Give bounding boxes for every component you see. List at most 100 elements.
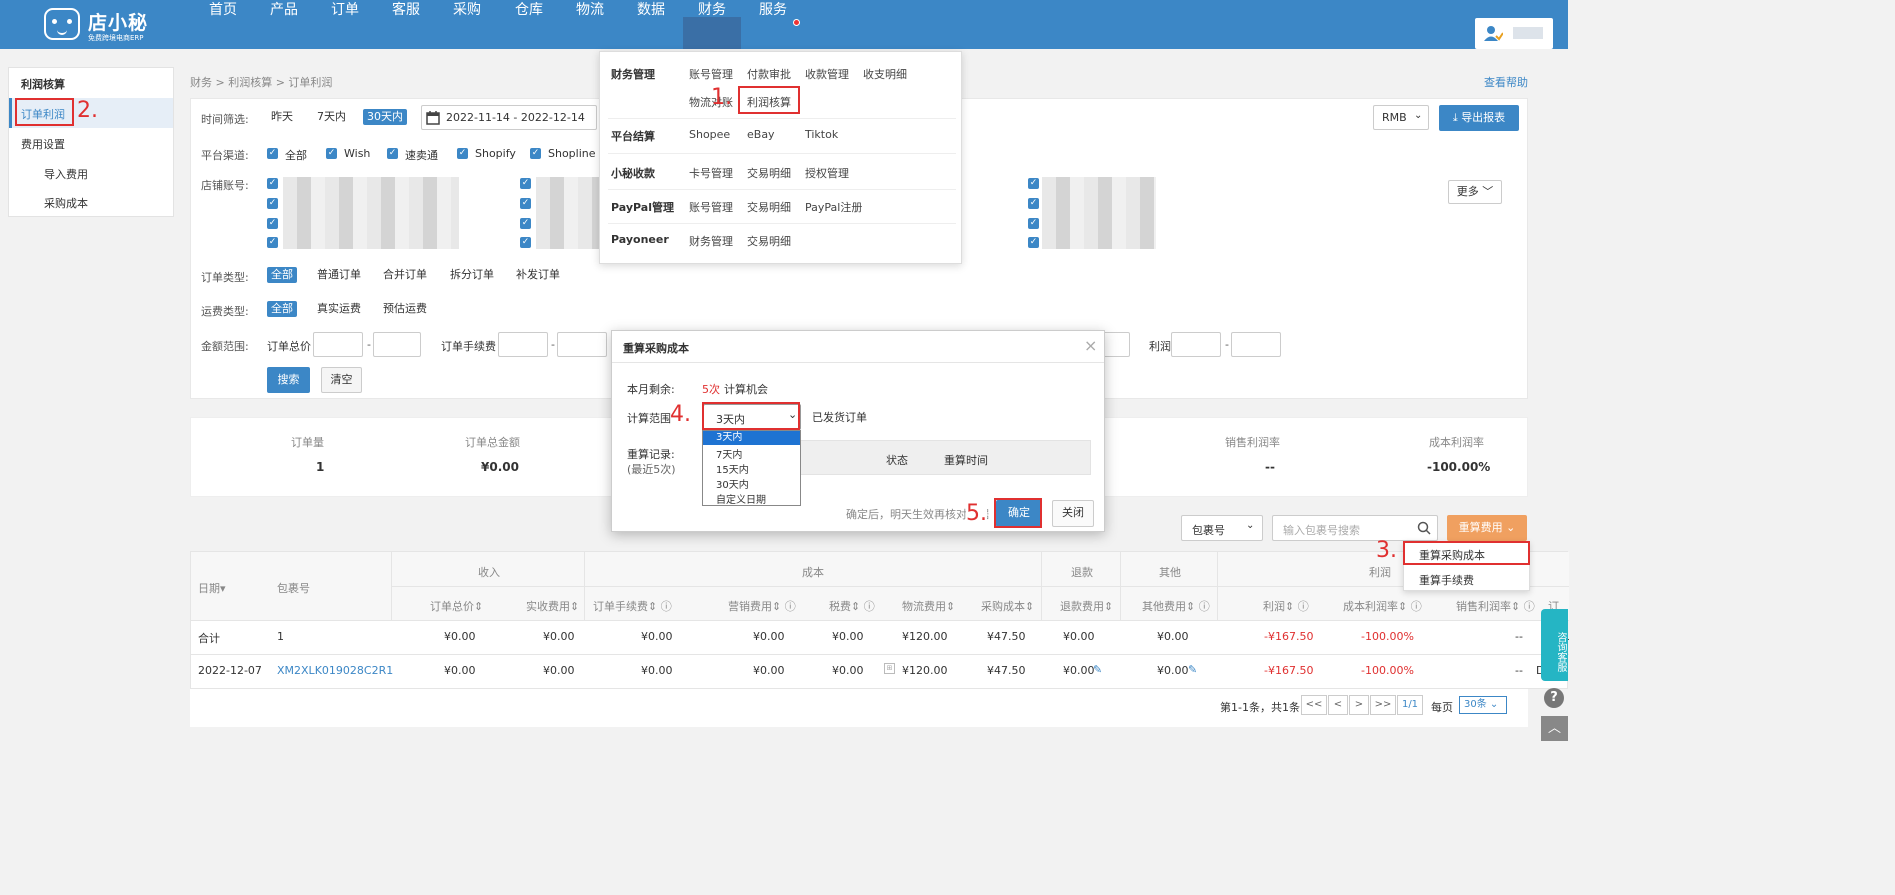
checkbox-platform-wish[interactable]: ✓ [326,148,337,159]
dd-payoneer-transactions[interactable]: 交易明细 [747,233,791,249]
ship-type-estimated[interactable]: 预估运费 [379,301,431,317]
dd-account-mgmt[interactable]: 账号管理 [689,66,733,82]
dd-paypal-account[interactable]: 账号管理 [689,199,733,215]
question-icon[interactable]: ⓘ [1199,600,1210,613]
nav-logistics[interactable]: 物流 [576,0,604,20]
close-button[interactable]: 关闭 [1052,500,1094,527]
user-menu[interactable] [1475,18,1553,49]
export-report-button[interactable]: ⤓ 导出报表 [1439,105,1519,131]
dd-receipt-mgmt[interactable]: 收款管理 [805,66,849,82]
help-link[interactable]: 查看帮助 [1484,74,1528,90]
recalc-fee-button[interactable]: 重算费用 ⌄ [1447,515,1527,541]
nav-home[interactable]: 首页 [209,0,237,20]
per-page-select[interactable]: 30条 ⌄ [1459,696,1507,714]
question-icon[interactable]: ⓘ [1524,600,1535,613]
col-order-fee[interactable]: 订单手续费⇕ ⓘ [593,598,672,614]
nav-warehouse[interactable]: 仓库 [515,0,543,20]
dd-transactions[interactable]: 交易明细 [747,165,791,181]
dd-card-mgmt[interactable]: 卡号管理 [689,165,733,181]
checkbox-store[interactable]: ✓ [1028,178,1039,189]
question-icon[interactable]: ⓘ [864,600,875,613]
tax-detail-icon[interactable]: ⊞ [884,663,895,674]
edit-icon[interactable]: ✎ [1093,663,1102,676]
amount-fee-max[interactable] [557,332,607,357]
edit-icon[interactable]: ✎ [1188,663,1197,676]
checkbox-store[interactable]: ✓ [520,237,531,248]
nav-services[interactable]: 服务 [759,0,787,20]
pager-first[interactable]: << [1301,695,1327,715]
amount-total-min[interactable] [313,332,363,357]
col-profit[interactable]: 利润⇕ ⓘ [1263,598,1309,614]
col-cost-margin[interactable]: 成本利润率⇕ ⓘ [1343,598,1422,614]
checkbox-store[interactable]: ✓ [267,178,278,189]
order-type-split[interactable]: 拆分订单 [446,267,498,283]
range-option[interactable]: 7天内 [716,446,742,461]
amount-total-max[interactable] [373,332,421,357]
package-search-input[interactable]: 输入包裹号搜索 [1272,515,1438,541]
col-purchase-cost[interactable]: 采购成本⇕ [981,598,1034,614]
sidebar-item-purchase-cost[interactable]: 采购成本 [44,195,88,211]
checkbox-store[interactable]: ✓ [520,178,531,189]
col-marketing-fee[interactable]: 营销费用⇕ ⓘ [728,598,796,614]
profit-max[interactable] [1231,332,1281,357]
close-icon[interactable]: × [1084,336,1097,355]
logo[interactable]: 店小秘 免费跨境电商ERP [44,6,164,44]
dd-tiktok[interactable]: Tiktok [805,128,838,141]
checkbox-platform-shopline[interactable]: ✓ [530,148,541,159]
col-sales-margin[interactable]: 销售利润率⇕ ⓘ [1456,598,1535,614]
time-7days[interactable]: 7天内 [313,109,350,125]
checkbox-platform-aliexpress[interactable]: ✓ [387,148,398,159]
checkbox-platform-all[interactable]: ✓ [267,148,278,159]
checkbox-store[interactable]: ✓ [520,218,531,229]
checkbox-store[interactable]: ✓ [1028,237,1039,248]
dd-paypal-transactions[interactable]: 交易明细 [747,199,791,215]
range-option[interactable]: 15天内 [716,461,749,476]
checkbox-store[interactable]: ✓ [1028,218,1039,229]
search-icon[interactable] [1417,521,1431,535]
range-option-selected[interactable]: 3天内 [703,431,800,445]
nav-product[interactable]: 产品 [270,0,298,20]
nav-service[interactable]: 客服 [392,0,420,20]
ship-type-all[interactable]: 全部 [267,301,297,317]
order-type-all[interactable]: 全部 [267,267,297,283]
range-option[interactable]: 自定义日期 [716,491,766,506]
sidebar-item-fee-settings[interactable]: 费用设置 [21,136,65,152]
nav-order[interactable]: 订单 [331,0,359,20]
more-button[interactable]: 更多 ﹀ [1448,180,1502,204]
amount-fee-min[interactable] [498,332,548,357]
checkbox-store[interactable]: ✓ [267,198,278,209]
checkbox-platform-shopify[interactable]: ✓ [457,148,468,159]
order-type-merged[interactable]: 合并订单 [379,267,431,283]
col-actual-fee[interactable]: 实收费用⇕ [526,598,579,614]
time-yesterday[interactable]: 昨天 [267,109,297,125]
sidebar-item-import-fee[interactable]: 导入费用 [44,166,88,182]
time-30days[interactable]: 30天内 [363,109,407,125]
pager-last[interactable]: >> [1370,695,1396,715]
question-icon[interactable]: ⓘ [661,600,672,613]
order-type-reissue[interactable]: 补发订单 [512,267,564,283]
customer-service-widget[interactable]: 咨询客服 [1541,609,1568,681]
search-button[interactable]: 搜索 [267,367,310,393]
dd-shopee[interactable]: Shopee [689,128,730,141]
dd-auth-mgmt[interactable]: 授权管理 [805,165,849,181]
col-refund-fee[interactable]: 退款费用⇕ [1060,598,1113,614]
dd-payoneer-finance[interactable]: 财务管理 [689,233,733,249]
ship-type-real[interactable]: 真实运费 [313,301,365,317]
order-type-normal[interactable]: 普通订单 [313,267,365,283]
dd-paypal-register[interactable]: PayPal注册 [805,199,862,215]
dd-ebay[interactable]: eBay [747,128,775,141]
package-type-select[interactable]: 包裹号 ⌄ [1181,515,1263,541]
question-icon[interactable]: ⓘ [1411,600,1422,613]
question-icon[interactable]: ⓘ [1298,600,1309,613]
col-other-fee[interactable]: 其他费用⇕ ⓘ [1142,598,1210,614]
checkbox-store[interactable]: ✓ [1028,198,1039,209]
checkbox-store[interactable]: ✓ [267,218,278,229]
nav-data[interactable]: 数据 [637,0,665,20]
help-icon[interactable]: ? [1544,688,1564,708]
currency-select[interactable]: RMB ⌄ [1373,105,1429,130]
col-logistics-fee[interactable]: 物流费用⇕ [902,598,955,614]
nav-finance[interactable]: 财务 [698,0,726,20]
pager-prev[interactable]: < [1328,695,1348,715]
col-order-total[interactable]: 订单总价⇕ [430,598,483,614]
profit-min[interactable] [1171,332,1221,357]
